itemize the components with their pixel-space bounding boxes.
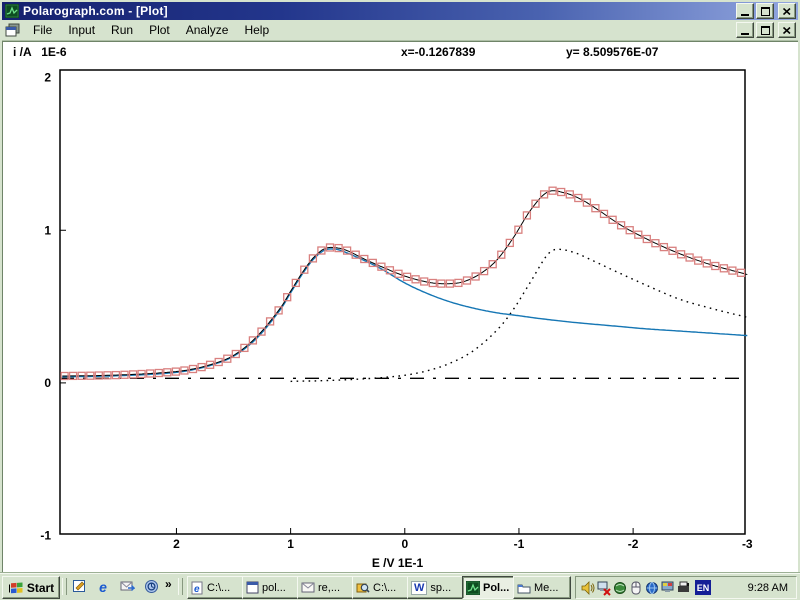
mdi-child-icon[interactable] <box>5 23 21 37</box>
y-tick-label: -1 <box>40 529 51 543</box>
minimize-button[interactable] <box>736 3 754 19</box>
restore-icon <box>761 26 770 35</box>
launch-outlook-express-button[interactable] <box>118 578 136 595</box>
toolbar-gripper[interactable] <box>178 578 183 595</box>
show-desktop-button[interactable] <box>70 578 88 595</box>
quick-launch-overflow-button[interactable]: » <box>165 577 172 591</box>
close-icon <box>783 8 791 15</box>
display-settings-icon[interactable] <box>660 580 676 596</box>
menu-help[interactable]: Help <box>236 21 277 39</box>
window-controls <box>736 3 798 19</box>
taskbar-button-pol-window[interactable]: pol... <box>242 576 301 599</box>
window-title: Polarograph.com - [Plot] <box>23 4 168 18</box>
taskbar-button-label: re,... <box>318 582 340 594</box>
taskbar-button-polarograph-active[interactable]: Pol... <box>462 576 518 599</box>
system-tray: EN 9:28 AM <box>575 576 797 599</box>
application-window-icon <box>246 581 259 594</box>
title-bar: Polarograph.com - [Plot] <box>2 2 798 20</box>
network-disconnected-icon[interactable] <box>596 580 612 596</box>
windows-update-icon[interactable] <box>612 580 628 596</box>
taskbar-button-label: Pol... <box>483 582 509 594</box>
folder-window-icon <box>517 582 531 594</box>
series-measured-polarogram-markers <box>61 187 744 379</box>
ie-document-icon: e <box>191 581 204 595</box>
x-tick-label: -3 <box>742 537 753 551</box>
minimize-icon <box>741 33 749 35</box>
taskbar-clock[interactable]: 9:28 AM <box>748 582 788 594</box>
start-button[interactable]: Start <box>2 576 60 599</box>
y-tick-label: 2 <box>44 71 51 85</box>
menu-analyze[interactable]: Analyze <box>178 21 237 39</box>
taskbar-button-label: pol... <box>262 582 286 594</box>
toolbar-gripper[interactable] <box>62 578 67 595</box>
close-button[interactable] <box>778 3 796 19</box>
volume-icon[interactable] <box>580 580 596 596</box>
plot-frame <box>60 70 745 534</box>
launch-internet-explorer-button[interactable]: e <box>94 578 112 595</box>
show-desktop-icon <box>72 579 87 594</box>
search-folder-icon <box>356 581 370 595</box>
menu-bar: File Input Run Plot Analyze Help <box>2 20 798 41</box>
x-tick-label: 1 <box>287 537 294 551</box>
outlook-express-icon <box>120 580 135 593</box>
polarograph-app-icon <box>5 4 19 18</box>
taskbar-button-explorer-window[interactable]: C:\... <box>352 576 411 599</box>
menu-run[interactable]: Run <box>103 21 141 39</box>
taskbar-button-word-window[interactable]: W sp... <box>407 576 466 599</box>
x-tick-label: -2 <box>628 537 639 551</box>
child-close-button[interactable] <box>778 22 796 38</box>
start-button-label: Start <box>27 581 54 595</box>
x-tick-label: -1 <box>514 537 525 551</box>
x-tick-label: 2 <box>173 537 180 551</box>
series-component-1-fit <box>62 249 747 377</box>
polarograph-icon <box>466 581 480 595</box>
child-minimize-button[interactable] <box>736 22 754 38</box>
launch-media-player-button[interactable] <box>142 578 160 595</box>
minimize-icon <box>741 14 749 16</box>
desktop-screen: { "window": { "title": "Polarograph.com … <box>0 0 800 600</box>
x-axis-title: E /V 1E-1 <box>372 556 424 570</box>
taskbar-button-label: C:\... <box>373 582 396 594</box>
internet-globe-icon[interactable] <box>644 580 660 596</box>
child-window-controls <box>736 22 798 38</box>
taskbar-button-label: C:\... <box>207 582 230 594</box>
word-document-icon: W <box>411 581 427 595</box>
internet-explorer-icon: e <box>99 580 107 594</box>
plot-client-area: i /A 1E-6 x=-0.1267839 y= 8.509576E-07 2… <box>2 41 798 572</box>
svg-text:e: e <box>194 584 200 595</box>
windows-logo-icon <box>8 581 24 595</box>
menu-plot[interactable]: Plot <box>141 21 178 39</box>
restore-button[interactable] <box>756 3 774 19</box>
restore-icon <box>761 7 770 16</box>
printer-icon[interactable] <box>676 580 692 596</box>
media-player-icon <box>144 579 159 594</box>
taskbar-button-label: Me... <box>534 582 558 594</box>
mail-envelope-icon <box>301 582 315 593</box>
child-restore-button[interactable] <box>756 22 774 38</box>
polarogram-plot-canvas[interactable]: 2 1 0 -1 -2 -3 2 1 0 -1 E /V 1E-1 <box>3 42 799 573</box>
taskbar-button-label: sp... <box>430 582 451 594</box>
taskbar-button-ie-window[interactable]: e C:\... <box>187 576 246 599</box>
close-icon <box>783 27 791 34</box>
menu-file[interactable]: File <box>25 21 60 39</box>
taskbar: Start e » e C:\... <box>0 573 800 600</box>
x-tick-label: 0 <box>401 537 408 551</box>
taskbar-button-me-window[interactable]: Me... <box>513 576 571 599</box>
mouse-icon[interactable] <box>628 580 644 596</box>
taskbar-button-mail-window[interactable]: re,... <box>297 576 356 599</box>
language-indicator[interactable]: EN <box>695 580 711 595</box>
y-tick-label: 1 <box>44 223 51 237</box>
menu-input[interactable]: Input <box>60 21 103 39</box>
y-tick-label: 0 <box>44 376 51 390</box>
